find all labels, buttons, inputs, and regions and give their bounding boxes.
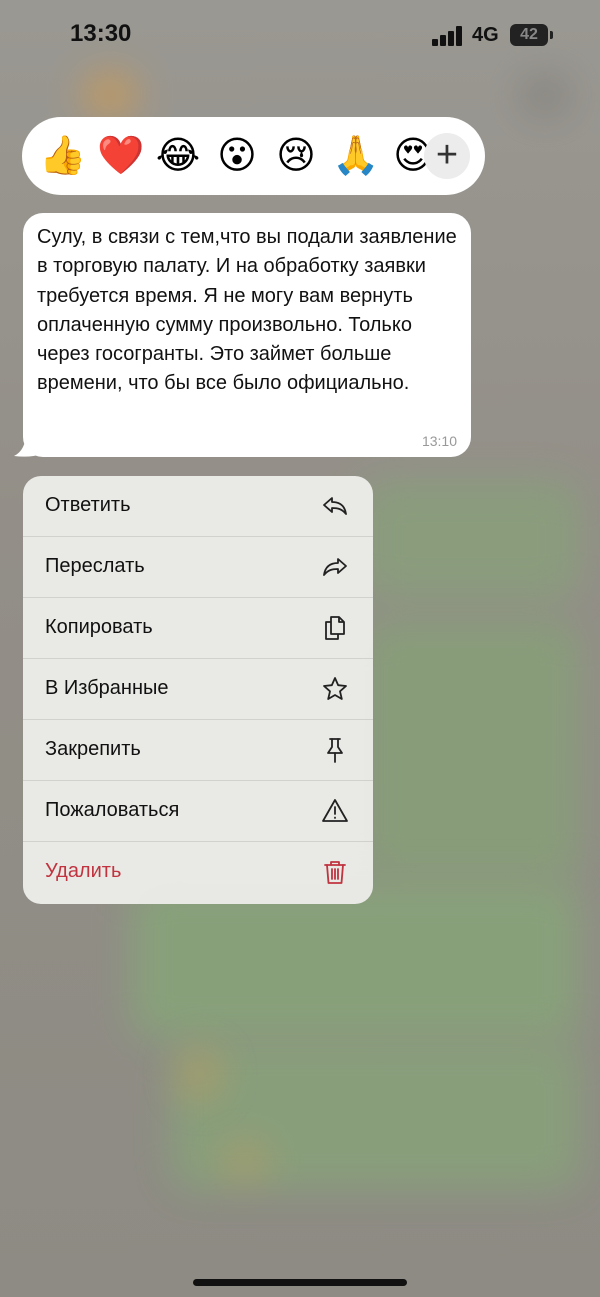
status-bar: 13:30 4G 42: [0, 0, 600, 70]
menu-item-label: Пожаловаться: [45, 799, 180, 821]
reaction-bar: 👍 ❤️ 😂 😮 😢 🙏 😍 +: [22, 117, 485, 195]
forward-icon: [323, 558, 347, 576]
reaction-thumbs-up[interactable]: 👍: [39, 133, 86, 179]
message-time: 13:10: [421, 433, 457, 449]
menu-item-delete[interactable]: Удалить: [23, 842, 373, 903]
reaction-surprised[interactable]: 😮: [214, 133, 260, 179]
context-menu: Ответить Переслать Копировать В Избранны…: [23, 476, 373, 904]
message-text: Сулу, в связи с тем,что вы подали заявле…: [37, 226, 457, 395]
menu-item-copy[interactable]: Копировать: [23, 598, 373, 659]
star-icon: [323, 677, 347, 700]
home-indicator[interactable]: [193, 1279, 407, 1286]
menu-item-label: В Избранные: [45, 677, 169, 699]
menu-item-forward[interactable]: Переслать: [23, 537, 373, 598]
message-bubble[interactable]: Сулу, в связи с тем,что вы подали заявле…: [23, 213, 471, 457]
reaction-heart[interactable]: ❤️: [97, 133, 144, 179]
menu-item-favorites[interactable]: В Избранные: [23, 659, 373, 720]
menu-item-reply[interactable]: Ответить: [23, 476, 373, 537]
battery-icon: 42: [510, 24, 553, 46]
add-reaction-button[interactable]: +: [424, 133, 470, 179]
menu-item-pin[interactable]: Закрепить: [23, 720, 373, 781]
trash-icon: [324, 861, 346, 884]
signal-icon: [432, 26, 464, 46]
menu-item-label: Переслать: [45, 555, 145, 577]
menu-item-label: Удалить: [45, 860, 122, 882]
menu-item-label: Ответить: [45, 494, 131, 516]
pin-icon: [327, 738, 343, 763]
menu-item-label: Закрепить: [45, 738, 141, 760]
reaction-crying[interactable]: 😢: [273, 133, 319, 179]
reaction-pray[interactable]: 🙏: [332, 133, 379, 179]
reply-icon: [323, 497, 347, 515]
network-type: 4G: [472, 24, 499, 46]
reaction-laughing[interactable]: 😂: [155, 133, 201, 179]
warning-icon: [322, 799, 348, 822]
menu-item-label: Копировать: [45, 616, 153, 638]
copy-icon: [325, 616, 345, 640]
menu-item-report[interactable]: Пожаловаться: [23, 781, 373, 842]
status-time: 13:30: [70, 20, 132, 47]
